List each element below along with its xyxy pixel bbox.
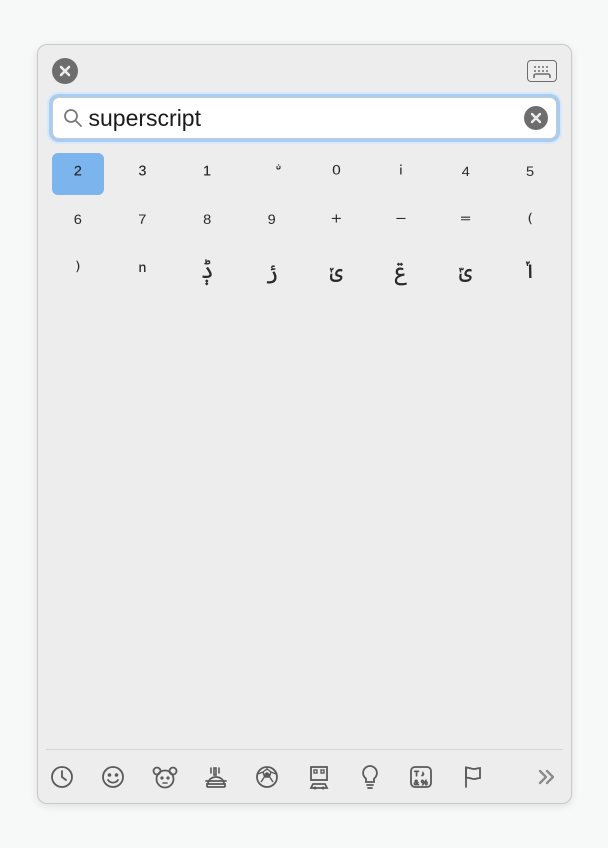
- character-cell[interactable]: ⁸: [181, 201, 234, 243]
- clear-search-button[interactable]: [524, 106, 548, 130]
- character-cell[interactable]: ݝ: [375, 249, 428, 291]
- bear-icon: [151, 764, 179, 790]
- character-cell[interactable]: ⁺: [310, 201, 363, 243]
- category-activity[interactable]: [253, 761, 282, 793]
- category-more[interactable]: [531, 761, 560, 793]
- close-icon: [58, 64, 72, 78]
- character-cell[interactable]: ⁵: [504, 153, 557, 195]
- character-cell[interactable]: ⁽: [504, 201, 557, 243]
- titlebar: [52, 57, 557, 85]
- character-cell[interactable]: ݳ: [504, 249, 557, 291]
- smiley-icon: [100, 764, 126, 790]
- character-cell[interactable]: ݬ: [245, 249, 298, 291]
- category-symbols[interactable]: T ♪ & %: [407, 761, 436, 793]
- character-cell[interactable]: ۨ: [245, 153, 298, 195]
- category-bar: T ♪ & %: [46, 749, 563, 793]
- category-animals[interactable]: [150, 761, 179, 793]
- character-cell[interactable]: ⁱ: [375, 153, 428, 195]
- character-cell[interactable]: ⁰: [310, 153, 363, 195]
- category-flags[interactable]: [458, 761, 487, 793]
- svg-text:T: T: [415, 769, 420, 778]
- svg-text:&: &: [414, 778, 419, 787]
- category-travel[interactable]: [304, 761, 333, 793]
- search-input[interactable]: [89, 105, 524, 132]
- flag-icon: [461, 764, 485, 790]
- search-icon: [63, 108, 83, 128]
- category-food[interactable]: [201, 761, 230, 793]
- character-cell[interactable]: ݶ: [439, 249, 492, 291]
- category-frequently-used[interactable]: [48, 761, 77, 793]
- character-cell[interactable]: ¹: [181, 153, 234, 195]
- svg-text:♪: ♪: [421, 771, 425, 778]
- symbols-icon: T ♪ & %: [408, 764, 434, 790]
- character-cell[interactable]: ⁾: [52, 249, 105, 291]
- character-cell[interactable]: ²: [52, 153, 105, 195]
- category-objects[interactable]: [355, 761, 384, 793]
- empty-space: [52, 291, 557, 749]
- character-cell[interactable]: ⁶: [52, 201, 105, 243]
- keyboard-icon: [531, 64, 553, 78]
- character-cell[interactable]: ⁴: [439, 153, 492, 195]
- character-cell[interactable]: ⁼: [439, 201, 492, 243]
- search-field-container: [52, 97, 557, 139]
- keyboard-viewer-button[interactable]: [527, 60, 557, 82]
- category-smileys[interactable]: [99, 761, 128, 793]
- close-button[interactable]: [52, 58, 78, 84]
- food-icon: [203, 764, 229, 790]
- character-cell[interactable]: ⁻: [375, 201, 428, 243]
- clock-icon: [49, 764, 75, 790]
- svg-text:%: %: [421, 778, 428, 787]
- character-cell[interactable]: ⁿ: [116, 249, 169, 291]
- character-cell[interactable]: ⁹: [245, 201, 298, 243]
- soccer-icon: [254, 764, 280, 790]
- character-cell[interactable]: ݙ: [181, 249, 234, 291]
- results-grid: ²³¹ۨ ⁰ⁱ⁴⁵ ⁶⁷⁸⁹ ⁺ ⁻ ⁼ ⁽ ⁾ ⁿݙݬݵݝݶݳ: [52, 153, 557, 291]
- clear-icon: [530, 112, 542, 124]
- travel-icon: [305, 764, 333, 790]
- lightbulb-icon: [359, 764, 381, 790]
- chevron-double-right-icon: [535, 766, 557, 788]
- character-cell[interactable]: ⁷: [116, 201, 169, 243]
- character-cell[interactable]: ³: [116, 153, 169, 195]
- character-viewer-window: ²³¹ۨ ⁰ⁱ⁴⁵ ⁶⁷⁸⁹ ⁺ ⁻ ⁼ ⁽ ⁾ ⁿݙݬݵݝݶݳ: [37, 44, 572, 804]
- character-cell[interactable]: ݵ: [310, 249, 363, 291]
